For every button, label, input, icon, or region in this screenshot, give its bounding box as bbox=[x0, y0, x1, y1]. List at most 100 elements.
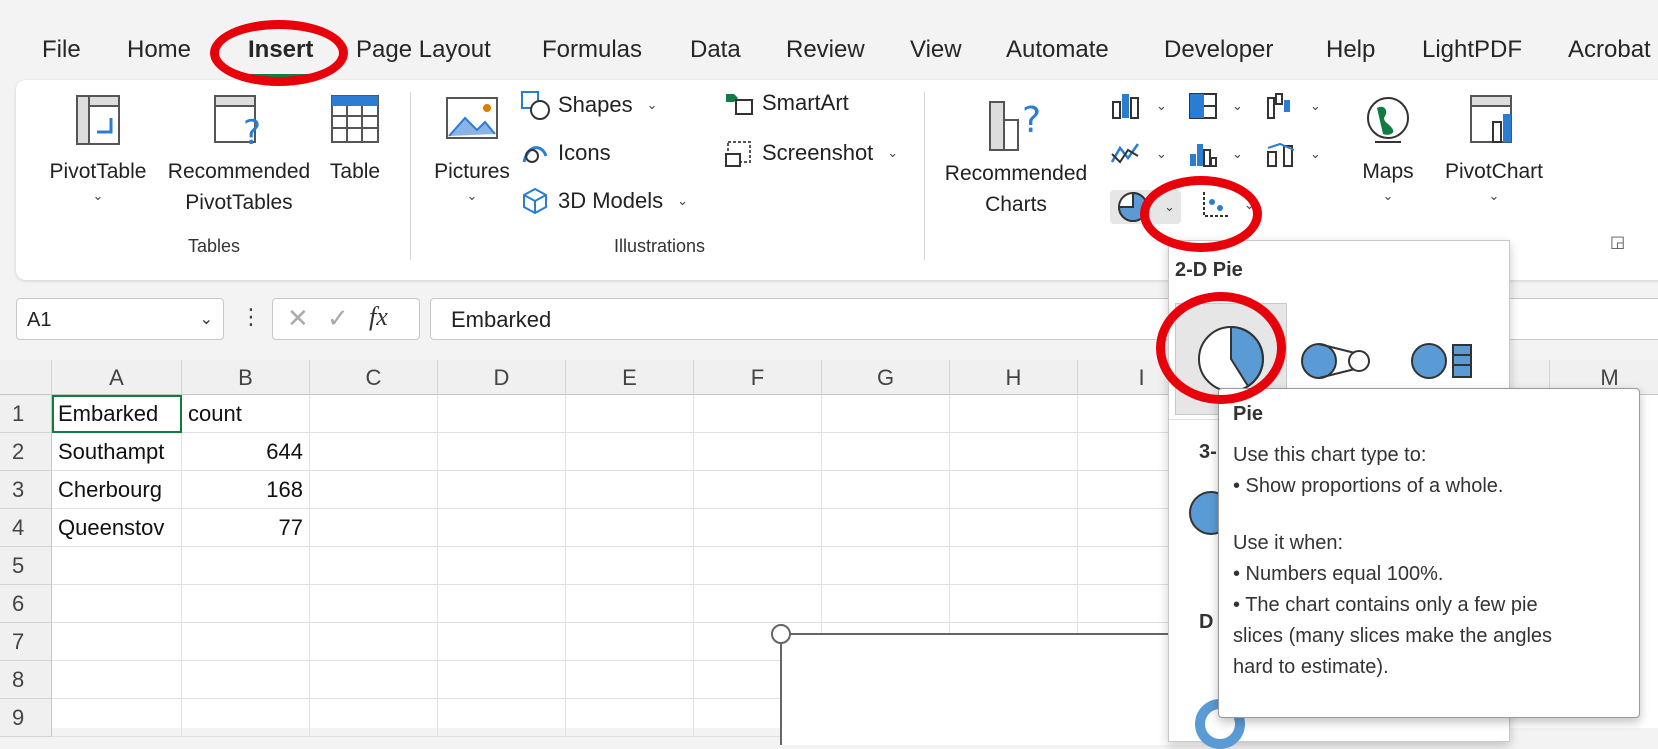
dialog-launcher-icon[interactable]: ◲ bbox=[1610, 232, 1625, 252]
pivottable-button[interactable]: PivotTable ⌄ bbox=[42, 94, 154, 205]
empty-cell[interactable] bbox=[566, 585, 694, 623]
tab-view[interactable]: View bbox=[910, 36, 962, 64]
empty-cell[interactable] bbox=[566, 661, 694, 699]
tab-developer[interactable]: Developer bbox=[1164, 36, 1273, 64]
resize-handle[interactable] bbox=[771, 624, 791, 644]
column-header[interactable]: G bbox=[822, 360, 950, 395]
empty-cell[interactable] bbox=[694, 585, 822, 623]
hierarchy-chart-button[interactable]: ⌄ bbox=[1188, 92, 1243, 120]
empty-cell[interactable] bbox=[950, 471, 1078, 509]
empty-cell[interactable] bbox=[950, 395, 1078, 433]
bar-of-pie-option[interactable] bbox=[1411, 341, 1477, 386]
empty-cell[interactable] bbox=[52, 547, 182, 585]
empty-cell[interactable] bbox=[438, 547, 566, 585]
empty-cell[interactable] bbox=[822, 509, 950, 547]
column-header[interactable]: H bbox=[950, 360, 1078, 395]
row-header[interactable]: 8 bbox=[0, 661, 52, 699]
3d-models-button[interactable]: 3D Models ⌄ bbox=[520, 186, 688, 216]
smartart-button[interactable]: SmartArt bbox=[724, 90, 849, 116]
column-header[interactable]: E bbox=[566, 360, 694, 395]
column-header[interactable]: B bbox=[182, 360, 310, 395]
column-header[interactable]: C bbox=[310, 360, 438, 395]
empty-cell[interactable] bbox=[52, 699, 182, 737]
combo-chart-button[interactable]: ⌄ bbox=[1266, 140, 1321, 168]
name-box[interactable]: A1 ⌄ bbox=[16, 298, 224, 340]
row-header[interactable]: 3 bbox=[0, 471, 52, 509]
empty-cell[interactable] bbox=[310, 661, 438, 699]
empty-cell[interactable] bbox=[438, 395, 566, 433]
chart-placeholder[interactable] bbox=[780, 633, 1202, 745]
empty-cell[interactable] bbox=[438, 623, 566, 661]
empty-cell[interactable] bbox=[438, 585, 566, 623]
empty-cell[interactable] bbox=[566, 471, 694, 509]
row-header[interactable]: 9 bbox=[0, 699, 52, 737]
chevron-down-icon[interactable]: ⌄ bbox=[200, 299, 213, 341]
empty-cell[interactable] bbox=[438, 509, 566, 547]
empty-cell[interactable] bbox=[438, 433, 566, 471]
empty-cell[interactable] bbox=[52, 623, 182, 661]
tab-data[interactable]: Data bbox=[690, 36, 741, 64]
statistic-chart-button[interactable]: ⌄ bbox=[1188, 140, 1243, 168]
empty-cell[interactable] bbox=[310, 699, 438, 737]
empty-cell[interactable] bbox=[950, 585, 1078, 623]
cell-b3[interactable]: 168 bbox=[182, 471, 310, 509]
empty-cell[interactable] bbox=[310, 433, 438, 471]
empty-cell[interactable] bbox=[950, 433, 1078, 471]
empty-cell[interactable] bbox=[950, 547, 1078, 585]
tab-automate[interactable]: Automate bbox=[1006, 36, 1109, 64]
enter-check-icon[interactable]: ✓ bbox=[327, 303, 349, 334]
column-header[interactable]: D bbox=[438, 360, 566, 395]
empty-cell[interactable] bbox=[182, 623, 310, 661]
empty-cell[interactable] bbox=[950, 509, 1078, 547]
tab-page-layout[interactable]: Page Layout bbox=[356, 36, 491, 64]
recommended-charts-button[interactable]: ? Recommended Charts bbox=[936, 94, 1096, 220]
empty-cell[interactable] bbox=[182, 547, 310, 585]
empty-cell[interactable] bbox=[438, 471, 566, 509]
cancel-icon[interactable]: ✕ bbox=[287, 303, 309, 334]
empty-cell[interactable] bbox=[822, 395, 950, 433]
empty-cell[interactable] bbox=[310, 547, 438, 585]
cell-a1[interactable]: Embarked bbox=[52, 395, 182, 433]
row-header[interactable]: 7 bbox=[0, 623, 52, 661]
empty-cell[interactable] bbox=[822, 547, 950, 585]
icons-button[interactable]: Icons bbox=[520, 138, 611, 168]
waterfall-chart-button[interactable]: ⌄ bbox=[1266, 92, 1321, 120]
row-header[interactable]: 2 bbox=[0, 433, 52, 471]
pie-of-pie-option[interactable] bbox=[1301, 341, 1373, 386]
tab-insert[interactable]: Insert bbox=[248, 36, 313, 64]
cell-b4[interactable]: 77 bbox=[182, 509, 310, 547]
tab-acrobat[interactable]: Acrobat bbox=[1568, 36, 1651, 64]
column-chart-button[interactable]: ⌄ bbox=[1110, 92, 1167, 120]
empty-cell[interactable] bbox=[438, 699, 566, 737]
empty-cell[interactable] bbox=[694, 509, 822, 547]
maps-button[interactable]: Maps ⌄ bbox=[1348, 94, 1428, 205]
empty-cell[interactable] bbox=[52, 585, 182, 623]
cell-b2[interactable]: 644 bbox=[182, 433, 310, 471]
empty-cell[interactable] bbox=[566, 395, 694, 433]
empty-cell[interactable] bbox=[694, 471, 822, 509]
empty-cell[interactable] bbox=[310, 585, 438, 623]
cell-a3[interactable]: Cherbourg bbox=[52, 471, 182, 509]
empty-cell[interactable] bbox=[182, 661, 310, 699]
pie-chart-button[interactable]: ⌄ bbox=[1110, 190, 1181, 224]
empty-cell[interactable] bbox=[566, 433, 694, 471]
row-header[interactable]: 5 bbox=[0, 547, 52, 585]
empty-cell[interactable] bbox=[182, 585, 310, 623]
cell-a2[interactable]: Southampt bbox=[52, 433, 182, 471]
tab-formulas[interactable]: Formulas bbox=[542, 36, 642, 64]
empty-cell[interactable] bbox=[694, 547, 822, 585]
tab-file[interactable]: File bbox=[42, 36, 81, 64]
cell-b1[interactable]: count bbox=[182, 395, 310, 433]
empty-cell[interactable] bbox=[566, 547, 694, 585]
column-header[interactable]: F bbox=[694, 360, 822, 395]
empty-cell[interactable] bbox=[822, 471, 950, 509]
empty-cell[interactable] bbox=[822, 433, 950, 471]
screenshot-button[interactable]: Screenshot ⌄ bbox=[724, 138, 898, 168]
pictures-button[interactable]: Pictures ⌄ bbox=[424, 94, 520, 205]
tab-lightpdf[interactable]: LightPDF bbox=[1422, 36, 1522, 64]
recommended-pivottables-button[interactable]: ? Recommended PivotTables bbox=[154, 94, 324, 218]
tab-review[interactable]: Review bbox=[786, 36, 865, 64]
empty-cell[interactable] bbox=[310, 623, 438, 661]
scatter-chart-button[interactable]: ⌄ bbox=[1200, 190, 1255, 220]
column-header[interactable]: A bbox=[52, 360, 182, 395]
